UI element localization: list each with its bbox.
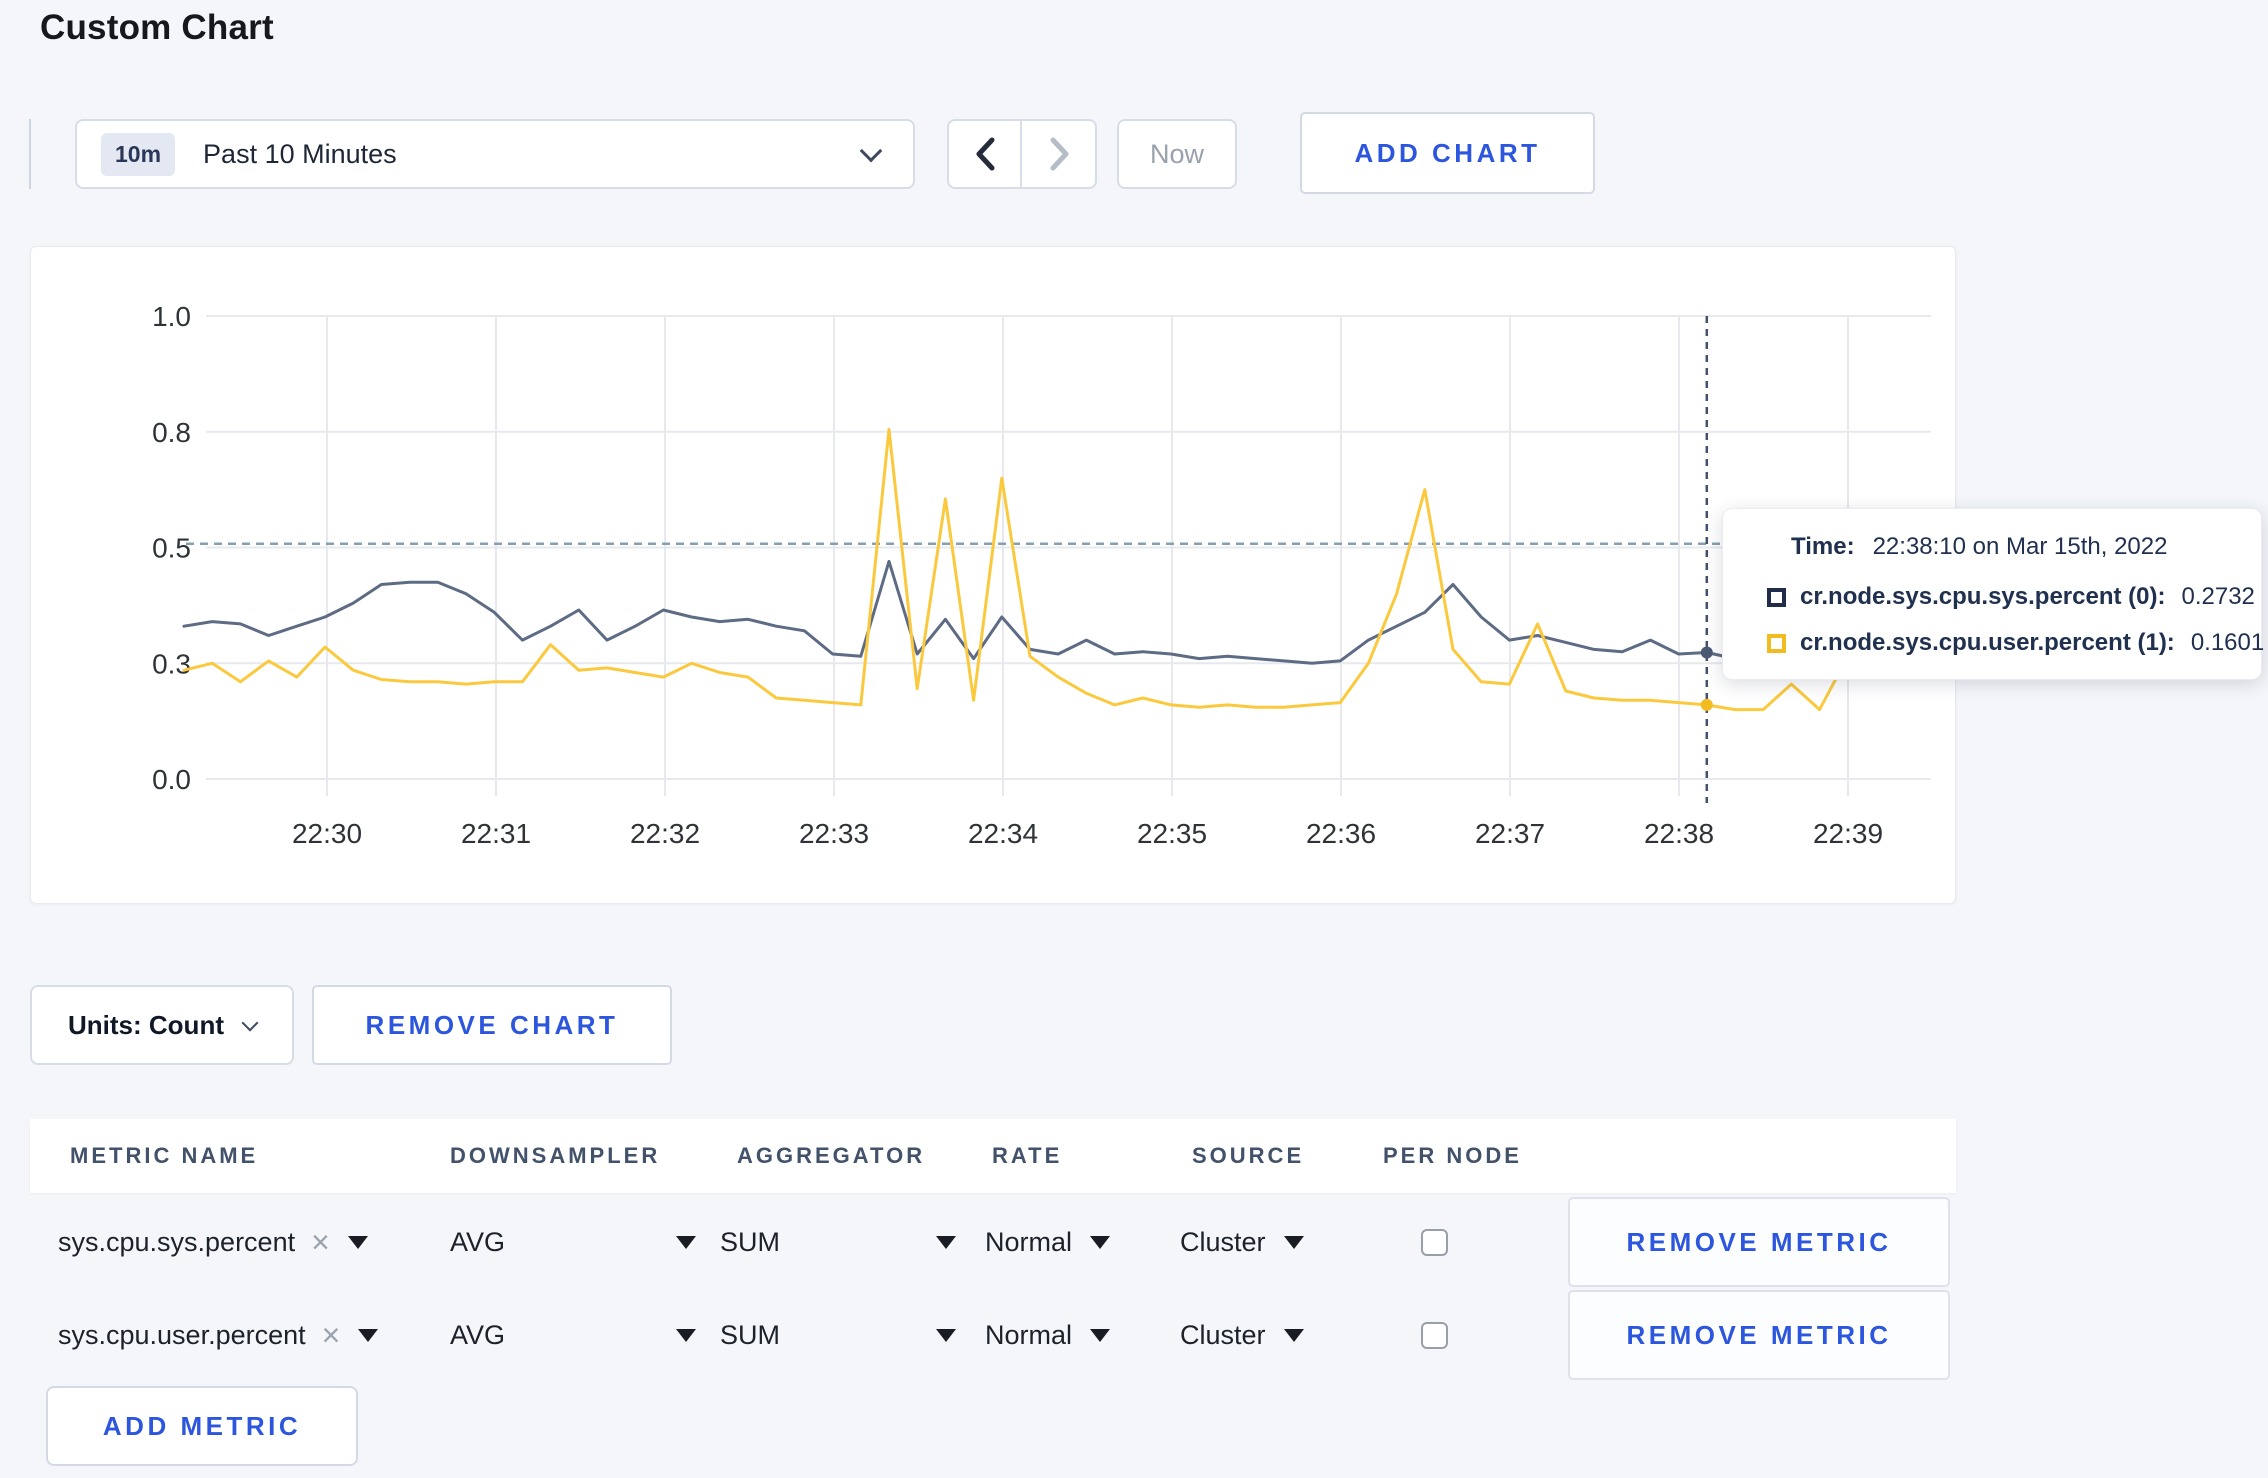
caret-down-icon (347, 1235, 368, 1249)
chevron-right-icon (1050, 137, 1068, 171)
caret-down-icon (936, 1235, 956, 1249)
metric-row: sys.cpu.sys.percent × AVG SUM Normal Clu… (30, 1196, 1956, 1288)
header-per-node: PER NODE (1383, 1143, 1522, 1168)
per-node-checkbox[interactable] (1421, 1228, 1448, 1256)
aggregator-value: SUM (720, 1319, 780, 1350)
x-tick-label: 22:33 (799, 818, 869, 849)
crosshair-point (1700, 646, 1713, 659)
series-line-user (182, 427, 1878, 712)
chart-card: 1.0 0.8 0.5 0.3 0.0 22:30 22:31 22:32 22:33 22:34… (30, 246, 1956, 904)
x-tick-label: 22:37 (1475, 818, 1545, 849)
time-nav-group (947, 119, 1097, 189)
source-value: Cluster (1180, 1226, 1266, 1257)
clear-metric-icon[interactable]: × (311, 1226, 330, 1258)
units-label: Units: Count (68, 1009, 224, 1040)
header-source: SOURCE (1192, 1143, 1305, 1168)
caret-down-icon (676, 1235, 696, 1249)
header-metric-name: METRIC NAME (70, 1143, 259, 1168)
chevron-down-icon (241, 1014, 259, 1031)
metric-name-value: sys.cpu.sys.percent (58, 1226, 296, 1257)
caret-down-icon (1283, 1235, 1304, 1249)
downsampler-value: AVG (450, 1226, 506, 1257)
y-tick-label: 0.5 (152, 533, 191, 564)
rate-select[interactable]: Normal (985, 1196, 1111, 1288)
remove-chart-button[interactable]: REMOVE CHART (312, 985, 672, 1065)
aggregator-select[interactable]: SUM (720, 1289, 956, 1381)
crosshair-point (1700, 698, 1713, 711)
units-select[interactable]: Units: Count (30, 985, 294, 1065)
downsampler-select[interactable]: AVG (450, 1196, 696, 1288)
remove-metric-button[interactable]: REMOVE METRIC (1568, 1290, 1950, 1380)
remove-metric-button[interactable]: REMOVE METRIC (1568, 1197, 1950, 1287)
sys-series-swatch-icon (1767, 587, 1786, 607)
tooltip-series-row: cr.node.sys.cpu.user.percent (1): 0.1601 (1767, 629, 2264, 657)
now-button[interactable]: Now (1117, 119, 1237, 189)
tooltip-series-name: cr.node.sys.cpu.user.percent (1): (1800, 629, 2175, 656)
chevron-down-icon (859, 139, 883, 163)
header-rate: RATE (992, 1143, 1063, 1168)
metric-name-value: sys.cpu.user.percent (58, 1319, 306, 1350)
metrics-table-header: METRIC NAME DOWNSAMPLER AGGREGATOR RATE … (30, 1119, 1956, 1193)
tooltip-series-value: 0.1601 (2190, 629, 2265, 656)
rate-value: Normal (985, 1226, 1073, 1257)
source-select[interactable]: Cluster (1180, 1196, 1304, 1288)
next-time-button[interactable] (1022, 121, 1095, 187)
metric-row: sys.cpu.user.percent × AVG SUM Normal Cl… (30, 1289, 1956, 1381)
time-range-badge: 10m (101, 132, 176, 176)
rate-select[interactable]: Normal (985, 1289, 1111, 1381)
time-range-select[interactable]: 10m Past 10 Minutes (75, 119, 915, 189)
x-tick-label: 22:31 (461, 818, 531, 849)
toolbar-divider (29, 119, 31, 189)
x-tick-label: 22:36 (1306, 818, 1376, 849)
aggregator-value: SUM (720, 1226, 780, 1257)
x-tick-label: 22:38 (1644, 818, 1714, 849)
x-tick-label: 22:34 (968, 818, 1038, 849)
caret-down-icon (676, 1328, 696, 1342)
caret-down-icon (1090, 1328, 1111, 1342)
y-tick-label: 0.8 (152, 417, 191, 448)
y-tick-label: 0.0 (152, 764, 191, 795)
header-downsampler: DOWNSAMPLER (450, 1143, 661, 1168)
tooltip-time-value: 22:38:10 on Mar 15th, 2022 (1872, 533, 2168, 560)
tooltip-series-value: 0.2732 (2181, 583, 2255, 610)
downsampler-value: AVG (450, 1319, 506, 1350)
caret-down-icon (358, 1328, 379, 1342)
source-select[interactable]: Cluster (1180, 1289, 1304, 1381)
metric-name-select[interactable]: sys.cpu.sys.percent × (58, 1196, 368, 1288)
x-tick-label: 22:39 (1813, 818, 1883, 849)
caret-down-icon (1090, 1235, 1111, 1249)
caret-down-icon (1283, 1328, 1304, 1342)
tooltip-series-row: cr.node.sys.cpu.sys.percent (0): 0.2732 (1767, 583, 2255, 611)
y-tick-label: 1.0 (152, 301, 191, 332)
caret-down-icon (936, 1328, 956, 1342)
time-range-label: Past 10 Minutes (203, 138, 397, 169)
aggregator-select[interactable]: SUM (720, 1196, 956, 1288)
x-tick-label: 22:35 (1137, 818, 1207, 849)
header-aggregator: AGGREGATOR (737, 1143, 926, 1168)
add-chart-button[interactable]: ADD CHART (1300, 112, 1595, 194)
user-series-swatch-icon (1767, 633, 1786, 653)
prev-time-button[interactable] (949, 121, 1022, 187)
clear-metric-icon[interactable]: × (322, 1319, 341, 1351)
page-title: Custom Chart (40, 8, 274, 47)
chevron-left-icon (976, 137, 994, 171)
per-node-checkbox[interactable] (1421, 1321, 1448, 1349)
chart-tooltip: Time: 22:38:10 on Mar 15th, 2022 cr.node.… (1722, 508, 2264, 680)
chart-svg[interactable]: 1.0 0.8 0.5 0.3 0.0 22:30 22:31 22:32 22:33 22:34… (31, 247, 1957, 905)
per-node-cell (1421, 1196, 1448, 1288)
y-tick-label: 0.3 (152, 648, 191, 679)
add-metric-button[interactable]: ADD METRIC (46, 1386, 358, 1466)
metric-name-select[interactable]: sys.cpu.user.percent × (58, 1289, 379, 1381)
tooltip-time: Time: 22:38:10 on Mar 15th, 2022 (1791, 533, 2167, 561)
source-value: Cluster (1180, 1319, 1266, 1350)
x-tick-label: 22:32 (630, 818, 700, 849)
downsampler-select[interactable]: AVG (450, 1289, 696, 1381)
tooltip-series-name: cr.node.sys.cpu.sys.percent (0): (1800, 583, 2166, 610)
x-tick-label: 22:30 (292, 818, 362, 849)
tooltip-time-label: Time: (1791, 533, 1855, 560)
per-node-cell (1421, 1289, 1448, 1381)
rate-value: Normal (985, 1319, 1073, 1350)
